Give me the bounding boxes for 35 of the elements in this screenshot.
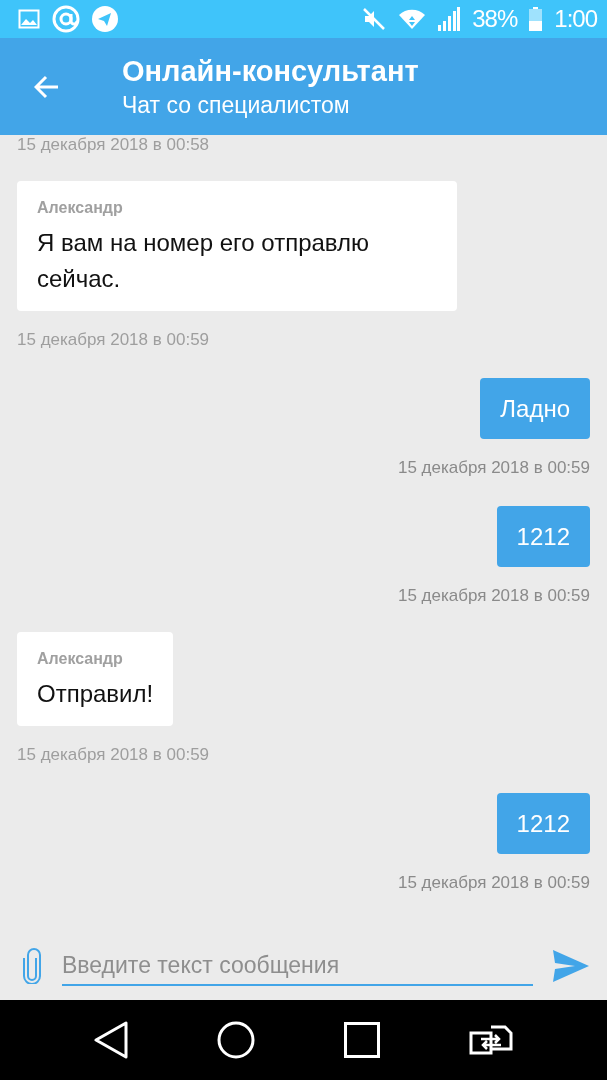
at-sign-icon (52, 5, 80, 33)
back-nav-button[interactable] (94, 1021, 129, 1059)
back-arrow-icon (34, 74, 60, 99)
message-author: Александр (37, 199, 124, 217)
send-icon (553, 950, 589, 982)
message-time: 15 декабря 2018 в 00:59 (17, 330, 210, 350)
home-button[interactable] (217, 1021, 256, 1059)
outgoing-message: 1212 (496, 793, 590, 854)
clock: 1:00 (554, 5, 597, 33)
signal-icon (438, 7, 461, 31)
message-time: 15 декабря 2018 в 00:59 (397, 586, 590, 606)
message-input[interactable]: Введите текст сообщения (62, 946, 533, 986)
chat-subtitle: Чат со специалистом (122, 91, 351, 119)
message-time: 15 декабря 2018 в 00:59 (397, 873, 590, 893)
chat-title: Онлайн-консультант (122, 54, 419, 88)
battery-icon (529, 7, 543, 31)
battery-percent: 38% (472, 5, 518, 33)
swap-cards-icon (468, 1025, 513, 1055)
mute-icon (362, 7, 387, 31)
triangle-icon (94, 1021, 129, 1059)
image-icon (18, 9, 40, 29)
outgoing-message: 1212 (496, 506, 590, 567)
square-icon (343, 1022, 380, 1058)
switch-sim-button[interactable] (468, 1025, 513, 1055)
message-text: Я вам на номер его отправлю сейчас. (37, 228, 371, 294)
message-time: 15 декабря 2018 в 00:59 (397, 458, 590, 478)
message-author: Александр (37, 650, 124, 668)
message-time: 15 декабря 2018 в 00:58 (17, 135, 210, 155)
recents-button[interactable] (343, 1022, 380, 1058)
message-text: Отправил! (37, 679, 154, 709)
wifi-icon (398, 8, 427, 30)
paperclip-icon (22, 948, 42, 984)
outgoing-message: Ладно (480, 378, 590, 439)
message-time: 15 декабря 2018 в 00:59 (17, 745, 210, 765)
circle-icon (217, 1021, 256, 1059)
